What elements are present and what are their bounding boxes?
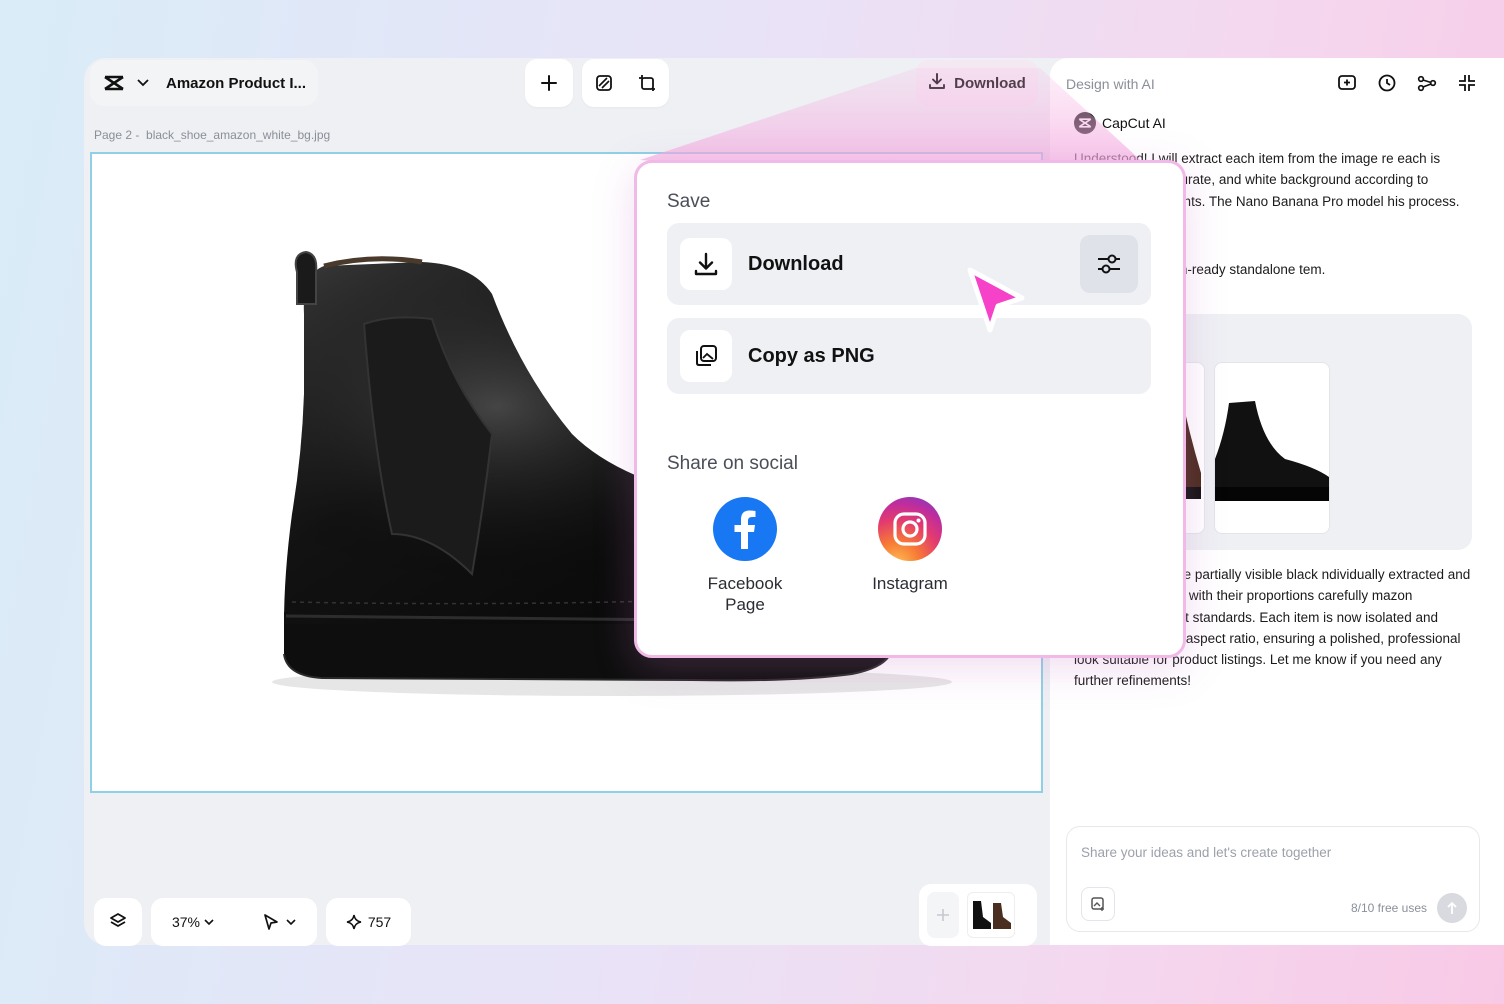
sliders-icon (1098, 254, 1120, 274)
share-heading: Share on social (667, 453, 798, 474)
layers-icon (109, 912, 127, 933)
project-title-pill[interactable]: Amazon Product I... (90, 60, 318, 106)
zoom-dropdown[interactable]: 37% (172, 914, 214, 930)
panel-title: Design with AI (1066, 76, 1155, 92)
send-button[interactable] (1437, 893, 1467, 923)
assistant-name: CapCut AI (1102, 115, 1166, 131)
black-boot-image (1215, 401, 1329, 501)
download-icon (928, 72, 946, 94)
pointer-tool-dropdown[interactable] (262, 913, 296, 931)
sparkle-icon (346, 914, 361, 930)
image-add-icon (1091, 897, 1104, 911)
panel-actions (1336, 72, 1478, 94)
background-remove-icon[interactable] (590, 69, 618, 97)
chevron-down-icon (286, 918, 296, 925)
download-label: Download (748, 252, 844, 275)
new-chat-icon[interactable] (1336, 72, 1358, 94)
pointer-icon (264, 914, 278, 930)
cursor-pointer-icon (967, 267, 1025, 333)
add-page-button[interactable] (927, 892, 959, 938)
page-number: Page 2 - (94, 128, 140, 142)
collapse-icon[interactable] (1456, 72, 1478, 94)
share-instagram[interactable]: Instagram (845, 497, 975, 594)
page-label: Page 2 - black_shoe_amazon_white_bg.jpg (94, 128, 330, 142)
chat-input-box[interactable]: Share your ideas and let's create togeth… (1066, 826, 1480, 932)
share-facebook[interactable]: Facebook Page (680, 497, 810, 615)
facebook-label: Facebook Page (707, 574, 783, 614)
credits-button[interactable]: 757 (326, 898, 411, 946)
share-icon[interactable] (1416, 72, 1438, 94)
facebook-icon (713, 497, 777, 561)
project-name: Amazon Product I... (166, 74, 307, 92)
add-button[interactable] (535, 69, 563, 97)
chevron-down-icon (204, 918, 214, 925)
add-tool-box (525, 59, 573, 107)
page-thumbnail[interactable] (967, 892, 1015, 938)
instagram-icon (878, 497, 942, 561)
top-download-button[interactable]: Download (916, 60, 1038, 106)
capcut-logo-icon (102, 71, 126, 95)
canvas-tools-box (582, 59, 669, 107)
page-thumbnails (919, 884, 1037, 946)
download-settings-button[interactable] (1080, 235, 1138, 293)
capcut-ai-logo-icon (1074, 112, 1096, 134)
download-row[interactable]: Download (667, 223, 1151, 305)
chat-input-placeholder: Share your ideas and let's create togeth… (1081, 845, 1332, 860)
generated-image-black-boot[interactable] (1214, 362, 1330, 534)
zoom-value: 37% (171, 914, 201, 930)
history-icon[interactable] (1376, 72, 1398, 94)
layers-button[interactable] (94, 898, 142, 946)
view-controls: 37% (151, 898, 317, 946)
free-uses-count: 8/10 free uses (1350, 901, 1427, 915)
copy-image-icon (680, 330, 732, 382)
boots-thumbnail-image (973, 901, 1011, 929)
file-name: black_shoe_amazon_white_bg.jpg (146, 128, 331, 142)
assistant-header: CapCut AI (1074, 112, 1166, 134)
copy-png-label: Copy as PNG (748, 344, 875, 367)
app-frame: Amazon Product I... Download Page 2 - bl… (0, 0, 1504, 1004)
save-heading: Save (667, 191, 711, 212)
copy-png-row[interactable]: Copy as PNG (667, 318, 1151, 394)
plus-icon (937, 909, 949, 921)
chevron-down-icon[interactable] (136, 76, 150, 90)
credits-count: 757 (367, 914, 392, 930)
attach-image-button[interactable] (1081, 887, 1115, 921)
resize-icon[interactable] (633, 69, 661, 97)
arrow-up-icon (1447, 901, 1457, 914)
export-popup: Save Download Copy as PNG Share on socia… (634, 160, 1186, 658)
top-download-label: Download (954, 74, 1026, 92)
instagram-label: Instagram (872, 574, 948, 593)
download-icon (680, 238, 732, 290)
